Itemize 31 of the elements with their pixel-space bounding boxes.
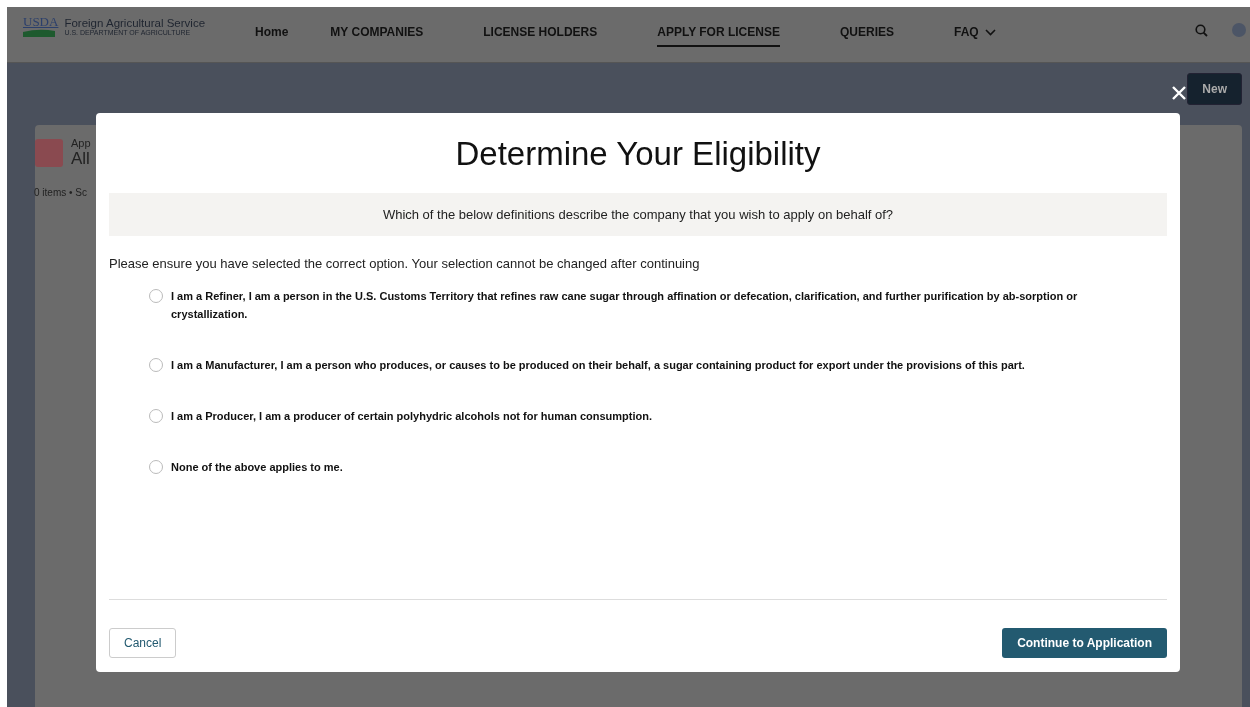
chevron-down-icon — [984, 28, 996, 36]
nav-link[interactable]: FAQ — [954, 7, 996, 47]
nav-link[interactable]: APPLY FOR LICENSE — [657, 7, 780, 47]
dialog-title: Determine Your Eligibility — [454, 135, 822, 173]
nav-link[interactable]: QUERIES — [839, 7, 894, 47]
user-avatar[interactable] — [1232, 23, 1246, 37]
option-label[interactable]: I am a Producer, I am a producer of certain polyhydric alcohols not for human consumption. — [149, 407, 1140, 425]
list-label: App — [71, 137, 91, 149]
nav-link[interactable]: Home — [255, 7, 289, 47]
notice-text: Please ensure you have selected the correct option. Your selection cannot be changed after continuing — [109, 256, 701, 271]
search-icon[interactable] — [1195, 23, 1208, 37]
nav-link[interactable]: LICENSE HOLDERS — [483, 7, 598, 47]
question-text: Which of the below definitions describe the company that you wish to apply on behalf of? — [109, 193, 1167, 236]
logo-swoosh-icon — [23, 28, 55, 37]
continue-button[interactable]: Continue to Application — [1002, 628, 1167, 658]
radio-button[interactable] — [149, 460, 163, 474]
close-icon[interactable] — [1171, 85, 1187, 101]
nav-link[interactable]: MY COMPANIES — [330, 7, 424, 47]
radio-button[interactable] — [149, 358, 163, 372]
record-icon — [35, 139, 63, 167]
option-label[interactable]: I am a Refiner, I am a person in the U.S. Customs Territory that refines raw cane sugar through affination or defecation, clarification, and further purification by ab-sorption or crystallization. — [149, 287, 1140, 323]
option-label[interactable]: I am a Manufacturer, I am a person who produces, or causes to be produced on their behalf, a sugar containing product for export under the provisions of this part. — [149, 356, 1140, 374]
cancel-button[interactable]: Cancel — [109, 628, 177, 658]
radio-button[interactable] — [149, 289, 163, 303]
logo-mark: USDA — [23, 15, 59, 28]
option-label[interactable]: None of the above applies to me. — [149, 458, 1140, 476]
logo-name: Foreign Agricultural Service — [64, 16, 206, 29]
list-title: All — [71, 149, 91, 169]
radio-button[interactable] — [149, 409, 163, 423]
new-button[interactable]: New — [1187, 73, 1242, 105]
item-count: 0 items • Sc — [34, 187, 88, 198]
